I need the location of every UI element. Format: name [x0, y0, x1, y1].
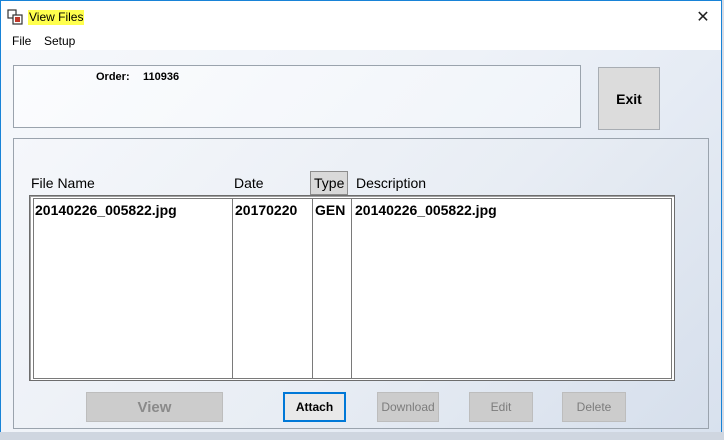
view-button[interactable]: View	[86, 392, 223, 422]
cell-type[interactable]: GEN	[315, 202, 345, 218]
column-divider	[351, 199, 352, 378]
background-window-edge	[0, 432, 724, 440]
view-files-window: View Files ✕ File Setup Order: 110936 Ex…	[0, 0, 722, 438]
cell-description[interactable]: 20140226_005822.jpg	[355, 202, 497, 218]
column-divider	[232, 199, 233, 378]
column-header-date[interactable]: Date	[234, 174, 264, 194]
download-button[interactable]: Download	[377, 392, 439, 422]
column-header-file-name[interactable]: File Name	[31, 174, 95, 194]
column-header-type[interactable]: Type	[310, 171, 349, 195]
menu-bar: File Setup	[1, 32, 721, 50]
app-icon	[7, 9, 24, 25]
order-number: 110936	[143, 71, 180, 83]
order-info-box: Order: 110936	[13, 65, 581, 128]
files-list-grid: 20140226_005822.jpg 20170220 GEN 2014022…	[33, 198, 672, 379]
delete-button[interactable]: Delete	[562, 392, 626, 422]
attach-button[interactable]: Attach	[283, 392, 346, 422]
window-title: View Files	[28, 10, 85, 25]
title-bar[interactable]: View Files ✕	[1, 1, 721, 32]
order-label: Order:	[96, 71, 130, 83]
column-header-description[interactable]: Description	[356, 174, 426, 194]
menu-file[interactable]: File	[10, 33, 33, 49]
files-list[interactable]: 20140226_005822.jpg 20170220 GEN 2014022…	[29, 195, 675, 381]
column-divider	[312, 199, 313, 378]
close-icon: ✕	[696, 8, 710, 26]
menu-setup[interactable]: Setup	[42, 33, 77, 49]
exit-button[interactable]: Exit	[598, 67, 660, 130]
cell-date[interactable]: 20170220	[235, 202, 297, 218]
close-button[interactable]: ✕	[685, 1, 721, 32]
edit-button[interactable]: Edit	[469, 392, 533, 422]
cell-file-name[interactable]: 20140226_005822.jpg	[35, 202, 177, 218]
